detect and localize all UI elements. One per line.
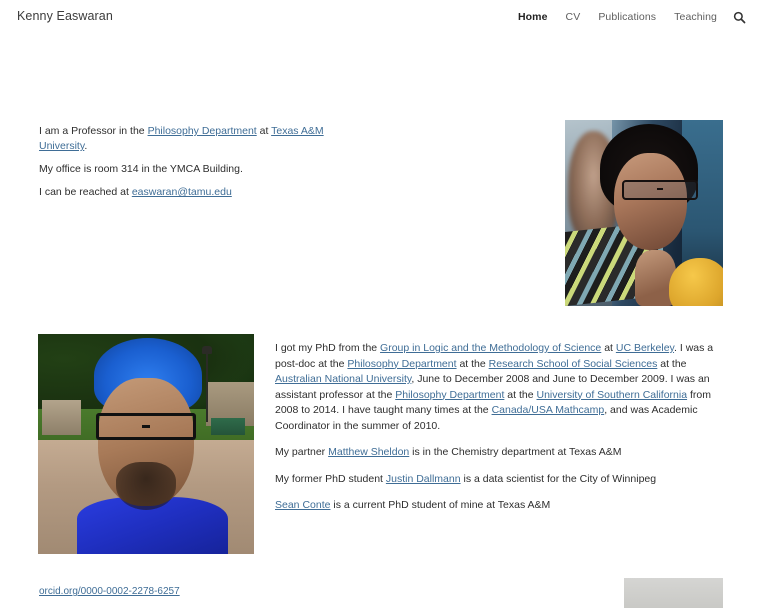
link-philosophy-department[interactable]: Philosophy Department [148, 125, 257, 137]
site-header: Kenny Easwaran Home CV Publications Teac… [0, 0, 760, 33]
link-matthew-sheldon[interactable]: Matthew Sheldon [328, 446, 409, 458]
nav-item-home[interactable]: Home [509, 11, 557, 23]
bio-text-block: I got my PhD from the Group in Logic and… [275, 341, 723, 525]
bio-text-2a: My partner [275, 446, 329, 458]
bio-paragraph-4: Sean Conte is a current PhD student of m… [275, 498, 723, 514]
bio-text-3b: is a data scientist for the City of Winn… [460, 472, 657, 485]
bio-text-1g: at the [504, 388, 537, 401]
nav-item-publications[interactable]: Publications [589, 11, 665, 23]
photo2-building-left [42, 400, 82, 436]
bio-text-4a: is a current PhD student of mine at Texa… [330, 499, 551, 511]
nav-item-teaching[interactable]: Teaching [665, 11, 726, 23]
bio-paragraph-1: I got my PhD from the Group in Logic and… [275, 341, 723, 434]
link-philosophy-department-usc[interactable]: Philosophy Department [395, 389, 504, 401]
portrait-photo-top-right [565, 120, 723, 306]
intro-text-1b: at [256, 125, 272, 137]
link-email-address[interactable]: easwaran@tamu.edu [132, 186, 232, 198]
link-australian-national-university[interactable]: Australian National University [275, 373, 411, 385]
photo1-glasses [621, 179, 698, 200]
link-philosophy-department-anu[interactable]: Philosophy Department [347, 358, 456, 370]
photo2-beard [115, 461, 177, 510]
selfie-photo-left [38, 334, 254, 554]
intro-text-3a: I can be reached at [39, 186, 132, 198]
main-navigation: Home CV Publications Teaching [509, 9, 750, 25]
bio-text-3a: My former PhD student [275, 472, 386, 485]
bio-text-1b: at [601, 342, 616, 354]
bio-text-1d: at the [456, 357, 489, 370]
bio-paragraph-3: My former PhD student Justin Dallmann is… [275, 472, 723, 488]
intro-text-1a: I am a Professor in the [39, 125, 148, 137]
intro-text-1c: . [84, 140, 88, 152]
photo2-lamp-post [202, 345, 213, 422]
link-canada-usa-mathcamp[interactable]: Canada/USA Mathcamp [492, 404, 605, 416]
link-sean-conte[interactable]: Sean Conte [275, 499, 330, 511]
site-title[interactable]: Kenny Easwaran [17, 9, 113, 23]
intro-text-block: I am a Professor in the Philosophy Depar… [39, 124, 339, 208]
intro-line-3: I can be reached at easwaran@tamu.edu [39, 185, 339, 200]
bio-text-1a: I got my PhD from the [275, 342, 381, 354]
bio-text-1e: at the [657, 357, 687, 370]
link-university-southern-california[interactable]: University of Southern California [537, 389, 688, 401]
bio-text-2b: is in the Chemistry department at Texas … [409, 446, 622, 458]
footer-image [624, 578, 723, 608]
link-group-in-logic[interactable]: Group in Logic and the Methodology of Sc… [380, 342, 601, 354]
link-research-school-social-sciences[interactable]: Research School of Social Sciences [489, 358, 658, 370]
search-icon[interactable] [728, 9, 750, 25]
photo1-face [613, 153, 687, 251]
bio-paragraph-2: My partner Matthew Sheldon is in the Che… [275, 445, 723, 461]
nav-item-cv[interactable]: CV [557, 11, 590, 23]
link-orcid[interactable]: orcid.org/0000-0002-2278-6257 [39, 586, 180, 597]
orcid-line: orcid.org/0000-0002-2278-6257 [39, 586, 180, 597]
photo2-glasses [96, 413, 196, 440]
intro-line-2: My office is room 314 in the YMCA Buildi… [39, 163, 243, 175]
photo2-bench [210, 417, 246, 436]
link-uc-berkeley[interactable]: UC Berkeley [616, 342, 674, 354]
page-content: Kenny Easwaran Home CV Publications Teac… [0, 0, 760, 608]
link-justin-dallmann[interactable]: Justin Dallmann [386, 473, 461, 485]
intro-line-1: I am a Professor in the Philosophy Depar… [39, 124, 339, 154]
